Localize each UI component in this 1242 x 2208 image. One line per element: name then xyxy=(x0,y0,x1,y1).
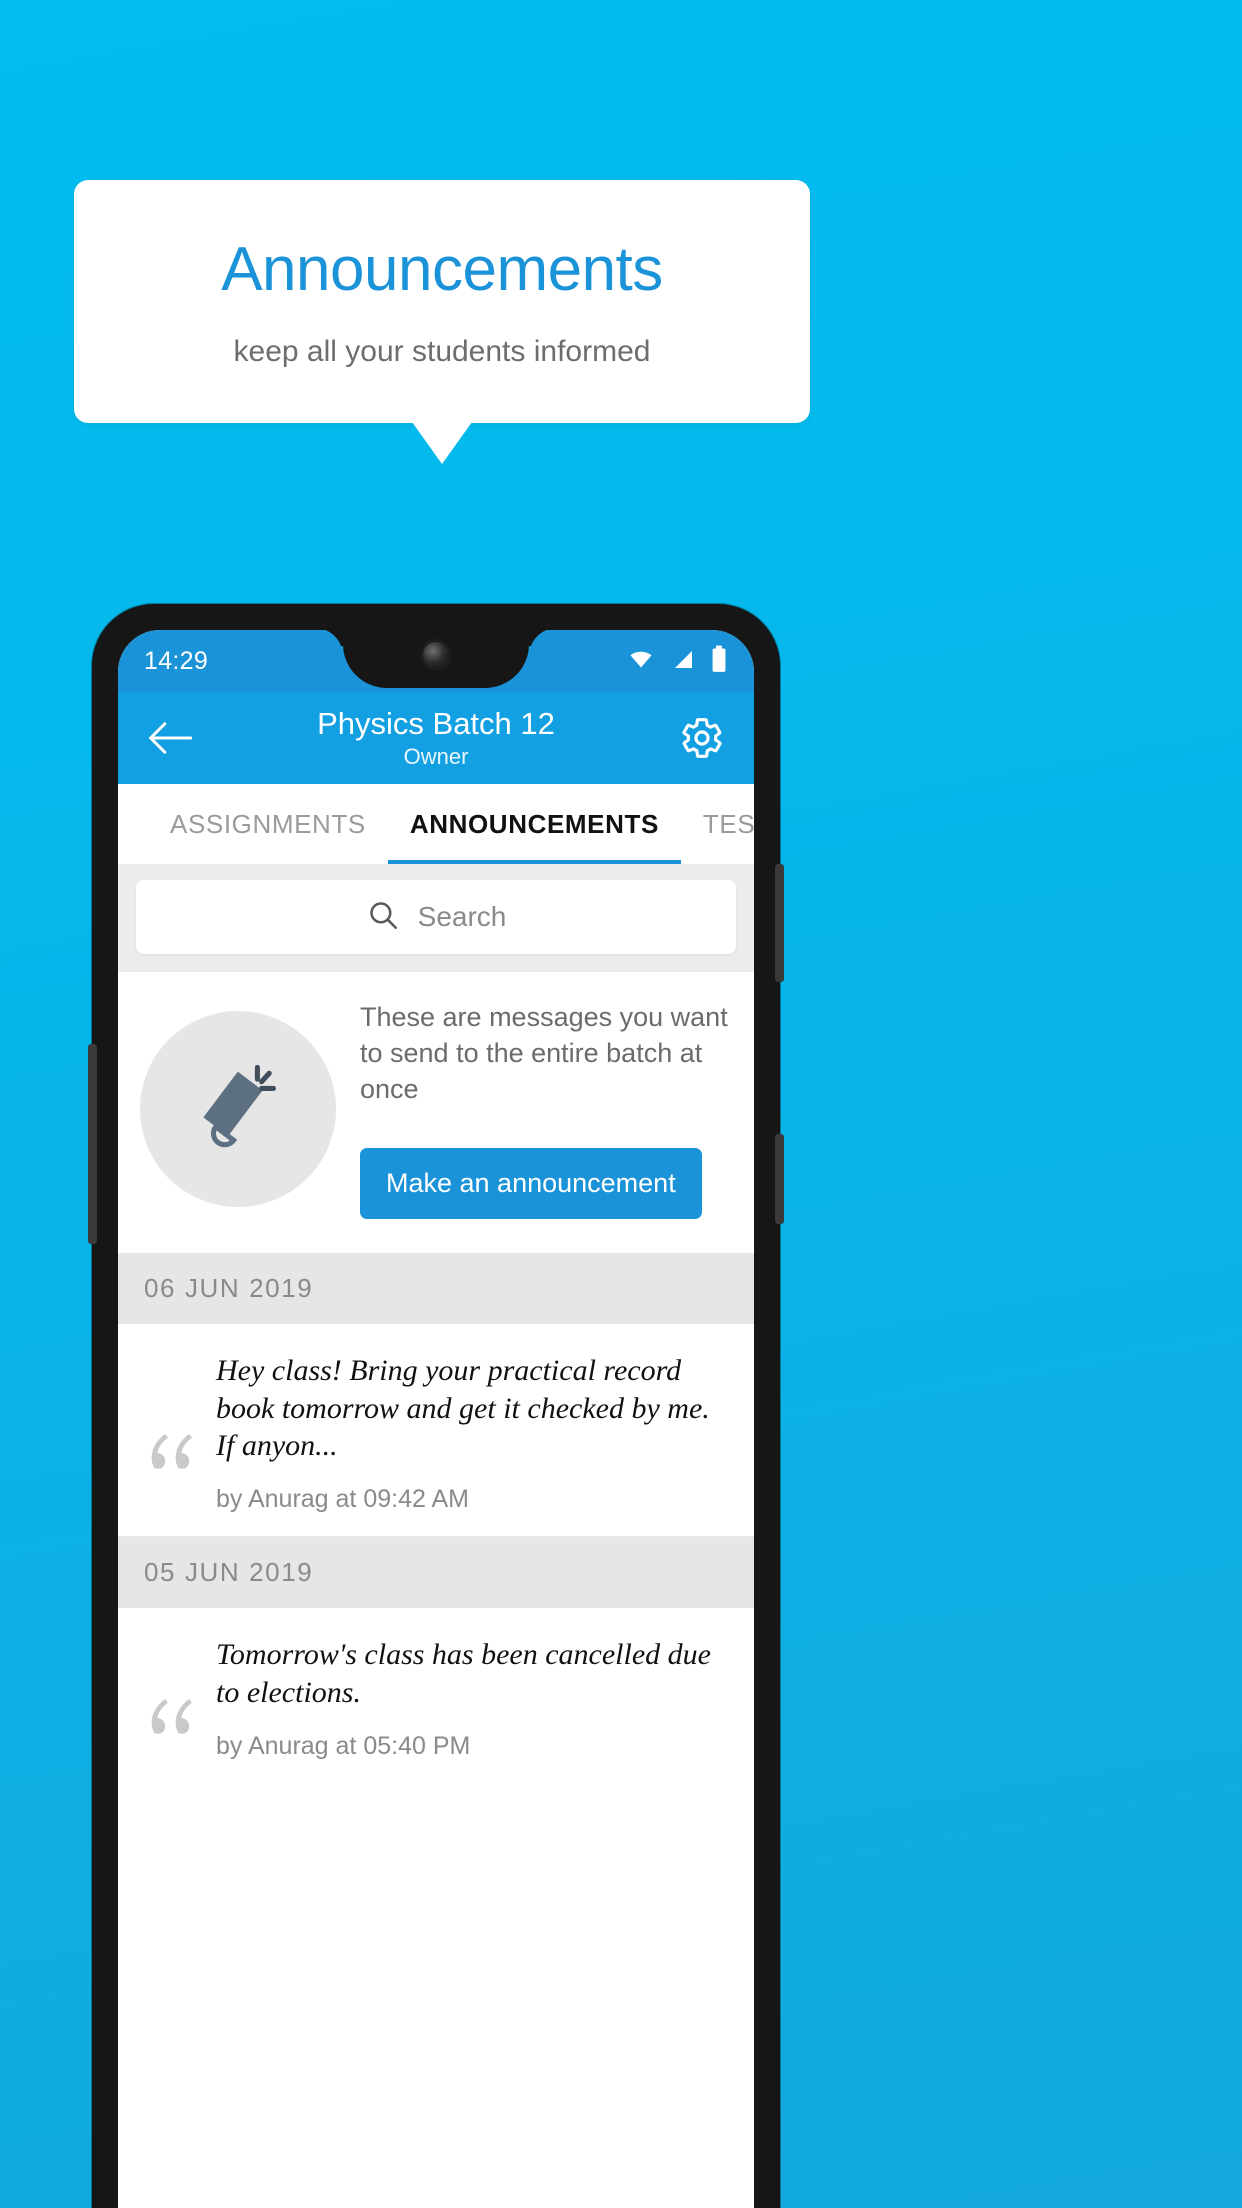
page-subtitle: keep all your students informed xyxy=(233,334,651,368)
promo-icon-circle xyxy=(140,1011,336,1208)
callout-tail xyxy=(412,422,472,464)
make-announcement-button[interactable]: Make an announcement xyxy=(360,1147,702,1219)
phone-screen: 14:29 Physics Batch 12 Owner ASSIGNMENTS… xyxy=(118,630,754,2208)
front-camera xyxy=(423,642,449,668)
announcement-meta: by Anurag at 09:42 AM xyxy=(216,1485,469,1514)
quote-mark-icon xyxy=(140,1634,206,1761)
date-header: 05 JUN 2019 xyxy=(118,1537,754,1609)
cellular-signal-icon xyxy=(670,647,696,676)
search-section: Search xyxy=(118,864,754,972)
status-icons xyxy=(626,645,728,678)
tab-tests[interactable]: TESTS xyxy=(681,784,754,864)
phone-volume-button[interactable] xyxy=(775,1134,784,1224)
back-arrow-icon[interactable] xyxy=(142,710,198,766)
app-bar-titles: Physics Batch 12 Owner xyxy=(118,706,754,770)
callout-card: Announcements keep all your students inf… xyxy=(74,180,810,423)
app-bar: Physics Batch 12 Owner xyxy=(118,692,754,784)
promo-section: These are messages you want to send to t… xyxy=(118,972,754,1253)
megaphone-icon xyxy=(184,1053,292,1166)
phone-frame: 14:29 Physics Batch 12 Owner ASSIGNMENTS… xyxy=(88,604,784,2208)
tab-bar[interactable]: ASSIGNMENTS ANNOUNCEMENTS TESTS V xyxy=(118,784,754,864)
status-time: 14:29 xyxy=(144,646,209,675)
phone-notch xyxy=(343,630,529,688)
wifi-icon xyxy=(626,647,656,676)
status-bar: 14:29 xyxy=(118,630,754,692)
announcement-text: Hey class! Bring your practical record b… xyxy=(216,1353,710,1463)
app-bar-title: Physics Batch 12 xyxy=(317,706,555,742)
tab-announcements[interactable]: ANNOUNCEMENTS xyxy=(387,784,681,864)
announcement-meta: by Anurag at 05:40 PM xyxy=(216,1731,471,1760)
phone-side-button-left[interactable] xyxy=(88,1044,97,1244)
announcement-item[interactable]: Hey class! Bring your practical record b… xyxy=(118,1323,754,1537)
promo-description: These are messages you want to send to t… xyxy=(360,1002,728,1104)
quote-mark-icon xyxy=(140,1350,206,1514)
battery-icon xyxy=(710,645,728,678)
date-header: 06 JUN 2019 xyxy=(118,1252,754,1324)
page-title: Announcements xyxy=(221,234,663,304)
promo-content: These are messages you want to send to t… xyxy=(360,1000,732,1219)
phone-power-button[interactable] xyxy=(775,864,784,982)
search-input[interactable]: Search xyxy=(136,880,736,954)
search-icon xyxy=(366,898,400,937)
announcement-body: Tomorrow's class has been cancelled due … xyxy=(216,1634,732,1761)
announcement-body: Hey class! Bring your practical record b… xyxy=(216,1350,732,1514)
announcement-text: Tomorrow's class has been cancelled due … xyxy=(216,1638,711,1709)
search-placeholder: Search xyxy=(417,901,507,932)
gear-icon[interactable] xyxy=(674,710,730,766)
app-bar-subtitle: Owner xyxy=(403,743,469,769)
tab-assignments[interactable]: ASSIGNMENTS xyxy=(148,784,388,864)
announcement-item[interactable]: Tomorrow's class has been cancelled due … xyxy=(118,1608,754,1783)
